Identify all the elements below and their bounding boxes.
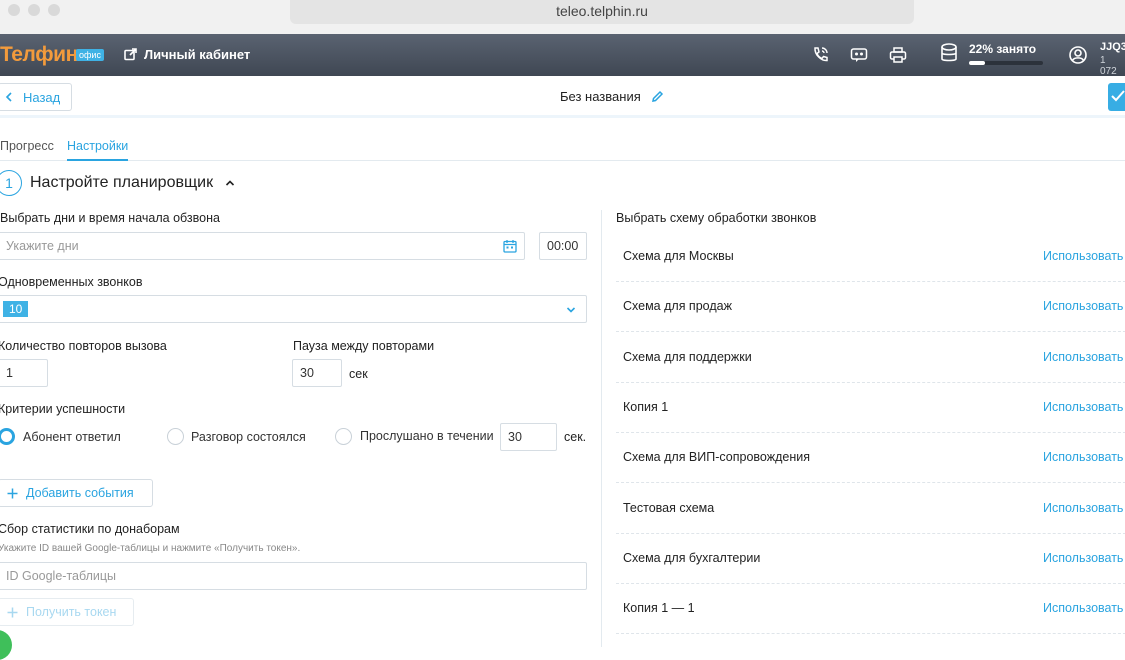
google-sheet-input[interactable]: ID Google-таблицы	[0, 562, 587, 590]
chevron-down-icon[interactable]	[566, 306, 576, 314]
listened-unit: сек.	[564, 430, 587, 444]
scheme-row: Копия 1 — 1 Использовать	[616, 584, 1125, 635]
days-label: Выбрать дни и время начала обзвона	[0, 211, 220, 225]
use-scheme-link[interactable]: Использовать	[1043, 501, 1123, 515]
plus-icon	[7, 488, 18, 498]
radio-listened-label[interactable]: Прослушано в течении	[360, 429, 494, 443]
stats-label: Сбор статистики по донаборам	[0, 522, 180, 536]
user-code[interactable]: JJQ3	[1100, 41, 1125, 53]
concurrent-label: Одновременных звонков	[0, 275, 143, 289]
step-title: Настройте планировщик	[30, 174, 214, 191]
calendar-icon[interactable]	[503, 239, 517, 253]
step-header[interactable]: 1 Настройте планировщик	[0, 170, 235, 196]
stats-hint: Укажите ID вашей Google-таблицы и нажмит…	[0, 543, 301, 554]
pause-label: Пауза между повторами	[293, 339, 435, 353]
use-scheme-link[interactable]: Использовать	[1043, 299, 1123, 313]
confirm-button[interactable]	[1108, 83, 1125, 111]
use-scheme-link[interactable]: Использовать	[1043, 249, 1123, 263]
tab-progress[interactable]: Прогресс	[0, 139, 54, 153]
add-events-button[interactable]: Добавить события	[0, 479, 153, 507]
scheme-row: Схема для бухгалтерии Использовать	[616, 534, 1125, 584]
radio-conversation[interactable]	[167, 428, 184, 445]
use-scheme-link[interactable]: Использовать	[1043, 350, 1123, 364]
google-sheet-placeholder: ID Google-таблицы	[6, 569, 116, 583]
scheme-name: Схема для бухгалтерии	[623, 550, 761, 565]
chat-widget-button[interactable]	[0, 630, 12, 660]
days-input[interactable]: Укажите дни	[0, 232, 525, 260]
use-scheme-link[interactable]: Использовать	[1043, 551, 1123, 565]
scheme-row: Схема для Москвы Использовать	[616, 232, 1125, 282]
document-title-text: Без названия	[560, 89, 641, 104]
logo-badge: офис	[76, 49, 104, 61]
use-scheme-link[interactable]: Использовать	[1043, 601, 1123, 615]
scheme-name: Схема для Москвы	[623, 249, 734, 263]
browser-chrome: teleo.telphin.ru	[0, 0, 1125, 34]
fax-icon[interactable]	[888, 45, 908, 65]
window-minimize-button[interactable]	[28, 4, 40, 16]
scheme-name: Схема для ВИП-сопровождения	[623, 450, 810, 465]
window-close-button[interactable]	[8, 4, 20, 16]
back-button[interactable]: Назад	[0, 83, 72, 111]
criteria-label: Критерии успешности	[0, 402, 126, 416]
toolbar: Назад Без названия	[0, 76, 1125, 118]
plus-icon	[7, 607, 18, 617]
get-token-button[interactable]: Получить токен	[0, 598, 134, 626]
radio-answered-label[interactable]: Абонент ответил	[23, 430, 121, 444]
add-events-label: Добавить события	[26, 486, 134, 500]
radio-conversation-label[interactable]: Разговор состоялся	[191, 430, 306, 444]
time-input[interactable]: 00:00	[539, 232, 587, 260]
chevron-up-icon[interactable]	[225, 179, 235, 187]
database-icon	[941, 43, 957, 62]
pencil-icon[interactable]	[651, 90, 664, 103]
storage-usage-text: 22% занято	[969, 42, 1037, 56]
concurrent-select[interactable]: 10	[0, 295, 587, 323]
days-placeholder: Укажите дни	[6, 239, 79, 253]
scheme-name: Схема для продаж	[623, 299, 732, 314]
retries-input[interactable]: 1	[0, 359, 48, 387]
get-token-label: Получить токен	[26, 605, 117, 619]
radio-listened[interactable]	[335, 428, 352, 445]
radio-answered[interactable]	[0, 428, 15, 445]
concurrent-value: 10	[3, 301, 29, 317]
scheme-name: Копия 1 — 1	[623, 601, 695, 616]
voicemail-icon[interactable]	[849, 45, 869, 65]
storage-progress-fill	[969, 61, 986, 65]
scheme-row: Тестовая схема Использовать	[616, 484, 1125, 534]
scheme-row: Схема для поддержки Использовать	[616, 333, 1125, 383]
schemes-title: Выбрать схему обработки звонков	[616, 211, 817, 225]
listened-seconds-input[interactable]: 30	[500, 423, 557, 451]
pause-unit: сек	[349, 367, 368, 381]
use-scheme-link[interactable]: Использовать	[1043, 400, 1123, 414]
document-title[interactable]: Без названия	[560, 89, 664, 104]
tab-bar: Прогресс Настройки	[0, 128, 1125, 161]
cabinet-label: Личный кабинет	[144, 47, 251, 62]
tab-settings[interactable]: Настройки	[67, 139, 129, 161]
logo[interactable]: Телфин	[0, 43, 78, 67]
address-bar[interactable]: teleo.telphin.ru	[290, 0, 914, 24]
storage-progress	[969, 61, 1043, 65]
scheme-name: Схема для поддержки	[623, 349, 752, 364]
scheme-row: Копия 1 Использовать	[616, 383, 1125, 433]
app-header: Телфин офис Личный кабинет 22% занято JJ…	[0, 34, 1125, 77]
check-icon	[1111, 89, 1125, 101]
phone-icon[interactable]	[810, 45, 830, 65]
scheme-name: Копия 1	[623, 399, 669, 414]
pause-input[interactable]: 30	[292, 359, 342, 387]
scheme-row: Схема для ВИП-сопровождения Использовать	[616, 433, 1125, 484]
use-scheme-link[interactable]: Использовать	[1043, 450, 1123, 464]
step-number: 1	[0, 170, 22, 196]
column-divider	[601, 210, 602, 647]
window-maximize-button[interactable]	[48, 4, 60, 16]
user-avatar-icon[interactable]	[1068, 45, 1088, 65]
user-balance: 1 072	[1100, 55, 1117, 77]
chevron-left-icon	[5, 92, 12, 102]
external-link-icon	[124, 48, 137, 61]
retries-label: Количество повторов вызова	[0, 339, 167, 353]
cabinet-link[interactable]: Личный кабинет	[124, 47, 250, 62]
back-button-label: Назад	[23, 89, 61, 105]
scheme-name: Тестовая схема	[623, 500, 715, 515]
scheme-row: Схема для продаж Использовать	[616, 282, 1125, 333]
